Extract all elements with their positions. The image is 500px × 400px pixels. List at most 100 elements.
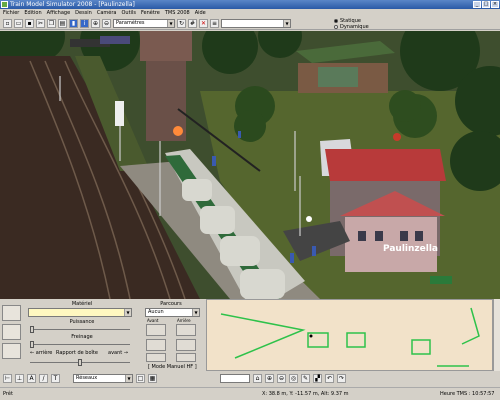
minimize-button[interactable]: _ — [473, 1, 481, 8]
align-left-icon[interactable]: ⊢ — [3, 373, 12, 383]
menu-help[interactable]: Aide — [195, 9, 206, 17]
menu-edit[interactable]: Edition — [24, 9, 41, 17]
menu-view[interactable]: Affichage — [47, 9, 71, 17]
front-label: Avant — [147, 318, 159, 323]
brake-slider-handle[interactable] — [30, 341, 34, 348]
font-icon[interactable]: A — [27, 373, 36, 383]
window-title: Train Model Simulator 2008 - [Paulinzell… — [10, 1, 135, 8]
zoom-in-icon[interactable]: ⊕ — [91, 18, 100, 28]
chevron-down-icon: ▼ — [283, 19, 290, 27]
locomotive-button[interactable] — [2, 305, 21, 321]
undo-icon[interactable]: ↶ — [325, 373, 334, 383]
gearbox-slider-handle[interactable] — [78, 359, 82, 366]
power-slider-handle[interactable] — [30, 326, 34, 333]
brake-slider[interactable] — [30, 344, 130, 345]
home-icon[interactable]: ⌂ — [253, 373, 262, 383]
object-combo[interactable]: ▼ — [221, 18, 291, 28]
zoom-slider[interactable] — [220, 373, 250, 383]
station-sign: Paulinzella — [383, 244, 438, 254]
map-building-marker — [346, 332, 366, 348]
map-view-icon[interactable]: ▦ — [148, 373, 157, 383]
mode-manual-label: [ Mode Manuel HF ] — [148, 364, 197, 370]
book-icon[interactable]: ▮ — [69, 18, 78, 28]
rear-lights-button[interactable] — [176, 339, 196, 351]
zoom-in-icon[interactable]: ⊕ — [265, 373, 274, 383]
ruler-icon[interactable]: ▞ — [313, 373, 322, 383]
network-combo[interactable]: Réseaux ▼ — [73, 373, 133, 383]
radio-dynamic[interactable] — [334, 25, 338, 29]
map-vertical-scrollbar[interactable] — [493, 299, 500, 371]
new-file-icon[interactable]: ▫ — [3, 18, 12, 28]
chevron-down-icon: ▼ — [124, 309, 131, 316]
status-clock: Heure TMS : 10:57:57 — [440, 391, 495, 397]
coupling-button[interactable] — [2, 343, 21, 359]
gearbox-label: Rapport de boîte — [56, 350, 98, 356]
wagon-button[interactable] — [2, 324, 21, 340]
menu-tms[interactable]: TMS 2008 — [165, 9, 190, 17]
route-title: Parcours — [160, 301, 182, 307]
power-slider[interactable] — [30, 329, 130, 330]
brake-label: Freinage — [71, 334, 93, 340]
menu-file[interactable]: Fichier — [3, 9, 19, 17]
view-combo[interactable]: Paramètres ▼ — [113, 18, 175, 28]
pencil-icon[interactable]: ✎ — [301, 373, 310, 383]
rear-coupler-button[interactable] — [176, 324, 196, 336]
app-icon — [1, 1, 8, 8]
menu-tools[interactable]: Outils — [121, 9, 135, 17]
track-map-drawing — [220, 307, 480, 367]
3d-scene: Paulinzella — [0, 31, 500, 299]
window-title-bar: Train Model Simulator 2008 - [Paulinzell… — [0, 0, 500, 9]
view-icon[interactable]: □ — [136, 373, 145, 383]
front-horn-button[interactable] — [146, 353, 166, 362]
chevron-down-icon: ▼ — [167, 19, 174, 27]
menu-camera[interactable]: Caméra — [97, 9, 117, 17]
rotate-icon[interactable]: ↻ — [177, 18, 186, 28]
text-icon[interactable]: T — [51, 373, 60, 383]
cut-icon[interactable]: ✂ — [36, 18, 45, 28]
grid-icon[interactable]: # — [188, 18, 197, 28]
status-ready: Prêt — [3, 391, 13, 397]
gear-back-label: ← arrière — [30, 350, 53, 356]
chevron-down-icon: ▼ — [192, 309, 199, 316]
rear-label: Arrière — [177, 318, 191, 323]
main-toolbar: ▫ ▭ ▪ ✂ ❐ ▤ ▮ i ⊕ ⊖ Paramètres ▼ ↻ # ✕ ≡ … — [0, 17, 500, 30]
info-icon[interactable]: i — [80, 18, 89, 28]
mode-dynamic-option[interactable]: Dynamique — [334, 24, 369, 30]
front-lights-button[interactable] — [146, 339, 166, 351]
front-coupler-button[interactable] — [146, 324, 166, 336]
close-view-icon[interactable]: ✕ — [199, 18, 208, 28]
chevron-down-icon: ▼ — [125, 374, 132, 382]
radio-static[interactable] — [334, 19, 338, 23]
layer-icon[interactable]: ≡ — [210, 18, 219, 28]
map-building-marker — [411, 339, 431, 355]
zoom-fit-icon[interactable]: ◎ — [289, 373, 298, 383]
simulation-mode: Statique Dynamique — [334, 18, 369, 30]
status-bar: Prêt X: 38.8 m, Y: -11.57 m, Alt: 9.37 m… — [0, 387, 500, 400]
maximize-button[interactable]: □ — [482, 1, 490, 8]
bottom-toolbar: ⊢ ⊥ A / T Réseaux ▼ □ ▦ ⌂ ⊕ ⊖ ◎ ✎ ▞ ↶ ↷ — [0, 371, 500, 385]
3d-viewport[interactable]: Paulinzella — [0, 31, 500, 299]
close-button[interactable]: × — [491, 1, 499, 8]
zoom-out-icon[interactable]: ⊖ — [277, 373, 286, 383]
align-center-icon[interactable]: ⊥ — [15, 373, 24, 383]
save-icon[interactable]: ▪ — [25, 18, 34, 28]
route-combo[interactable]: Aucun ▼ — [145, 308, 200, 317]
draw-icon[interactable]: / — [39, 373, 48, 383]
redo-icon[interactable]: ↷ — [337, 373, 346, 383]
open-folder-icon[interactable]: ▭ — [14, 18, 23, 28]
status-coordinates: X: 38.8 m, Y: -11.57 m, Alt: 9.37 m — [262, 391, 349, 397]
menu-window[interactable]: Fenêtre — [141, 9, 160, 17]
material-title: Matériel — [71, 301, 93, 307]
paste-icon[interactable]: ▤ — [58, 18, 67, 28]
menu-bar: Fichier Edition Affichage Dessin Caméra … — [0, 9, 500, 17]
material-combo[interactable]: ▼ — [28, 308, 132, 317]
track-map[interactable] — [206, 299, 493, 371]
map-track-line — [220, 313, 306, 359]
control-panel: Matériel ▼ Puissance Freinage ← arrière … — [0, 299, 500, 371]
power-label: Puissance — [69, 319, 95, 325]
map-track-line — [461, 307, 480, 345]
menu-draw[interactable]: Dessin — [75, 9, 92, 17]
zoom-out-icon[interactable]: ⊖ — [102, 18, 111, 28]
rear-horn-button[interactable] — [176, 353, 196, 362]
copy-icon[interactable]: ❐ — [47, 18, 56, 28]
